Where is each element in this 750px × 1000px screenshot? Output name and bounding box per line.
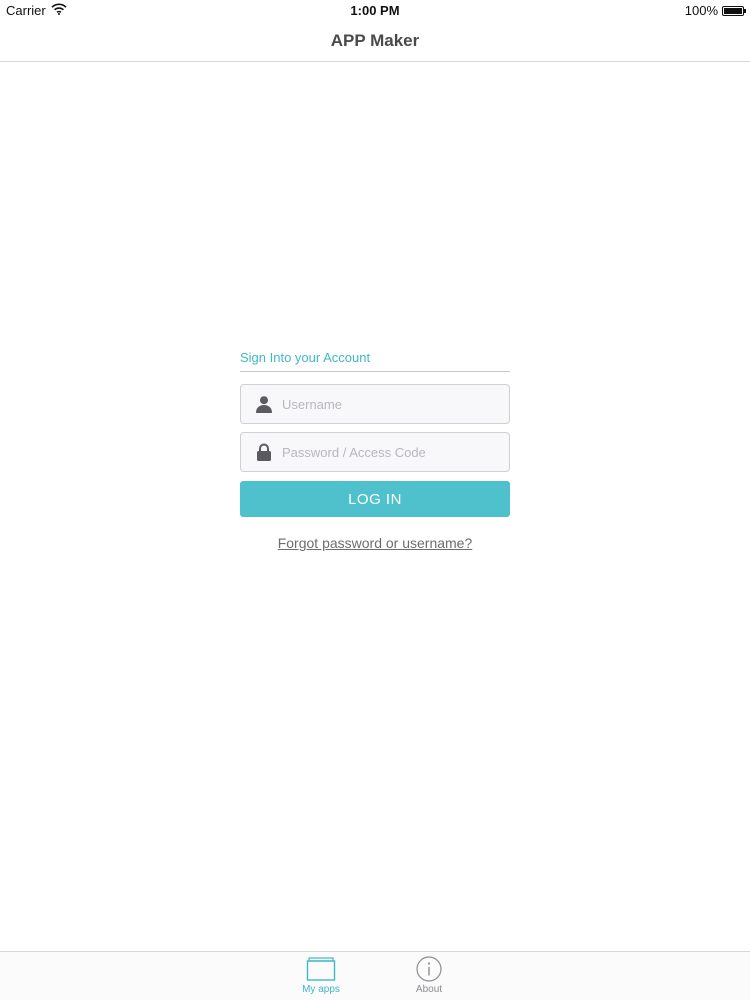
sign-in-heading: Sign Into your Account [240,350,510,372]
battery-percent: 100% [684,3,718,18]
tab-bar: My apps About [0,951,750,1000]
password-field[interactable] [240,432,510,472]
login-button[interactable]: LOG IN [240,481,510,517]
forgot-password-link[interactable]: Forgot password or username? [240,535,510,551]
tab-about-label: About [415,984,443,995]
tab-my-apps-label: My apps [302,984,340,995]
status-bar: Carrier 1:00 PM 100% [0,0,750,22]
nav-title: APP Maker [330,31,420,50]
status-right: 100% [684,3,746,18]
user-icon [254,394,274,414]
lock-icon [254,442,274,462]
tab-my-apps[interactable]: My apps [291,956,351,995]
battery-fill [724,7,742,14]
battery-icon [722,5,746,16]
folder-icon [291,956,351,982]
tab-about[interactable]: About [399,956,459,995]
status-time: 1:00 PM [350,3,400,18]
username-input[interactable] [280,388,509,420]
info-icon [399,956,459,982]
username-field[interactable] [240,384,510,424]
password-input[interactable] [280,436,509,468]
login-form: Sign Into your Account LOG IN Forgot pas… [240,350,510,551]
nav-bar: APP Maker [0,22,750,62]
